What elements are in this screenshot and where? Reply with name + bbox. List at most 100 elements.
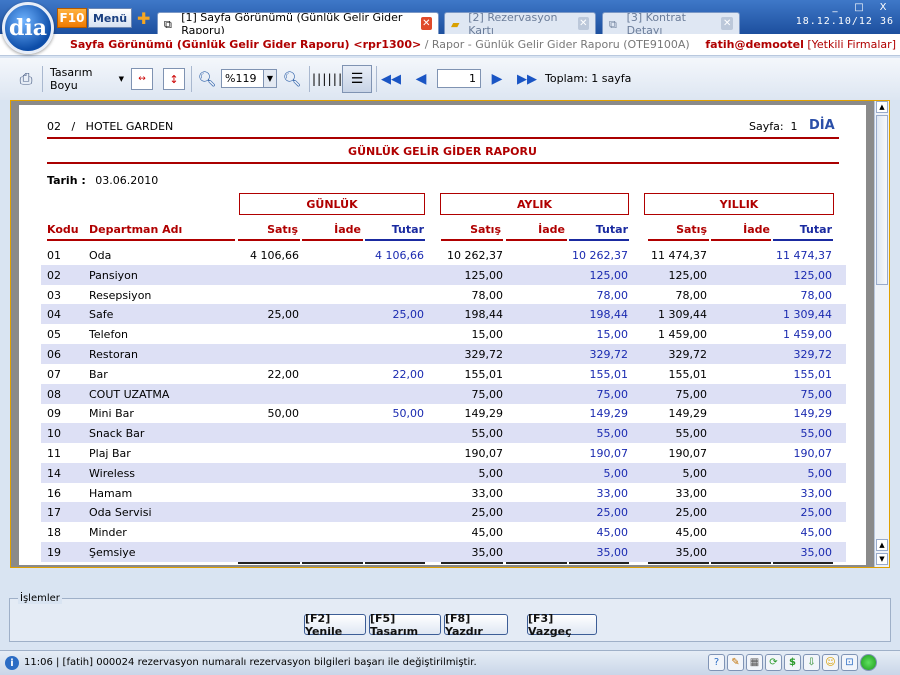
tab-reservation-card[interactable]: ▰ [2] Rezervasyon Kartı ✕ [444, 11, 596, 37]
table-row: 17 Oda Servisi 25,00 25,00 25,00 25,00 [41, 502, 846, 523]
report-title: GÜNLÜK GELİR GİDER RAPORU [348, 145, 537, 158]
print-button[interactable]: [F8] Yazdır [444, 612, 508, 638]
scroll-up-icon[interactable]: ▲ [876, 539, 888, 551]
table-row: 04 Safe 25,00 25,00 198,44 198,44 1 309,44 1 30… [41, 304, 846, 325]
dia-logo: dia [2, 2, 54, 54]
refresh-button[interactable]: [F2] Yenile [304, 612, 366, 638]
page-view-icon[interactable]: ☰ [342, 65, 372, 93]
cell-yearly-sales: 149,29 [668, 407, 708, 421]
first-page-icon[interactable]: ◀◀ [380, 68, 402, 90]
cell-yearly-sales: 33,00 [675, 486, 708, 500]
cell-monthly-sales: 75,00 [471, 387, 504, 401]
calculator-icon[interactable]: ▦ [746, 654, 763, 671]
download-icon[interactable]: ⇩ [803, 654, 820, 671]
tab-page-view[interactable]: ⧉ [1] Sayfa Görünümü (Günlük Gelir Gider… [157, 10, 439, 37]
cell-code: 19 [47, 546, 61, 559]
fit-height-icon[interactable]: ↕ [163, 68, 185, 90]
cell-monthly-sales: 5,00 [478, 466, 504, 480]
clock: 18.12.10/12 36 [795, 16, 894, 27]
page-number-input[interactable]: 1 [437, 69, 481, 88]
cell-code: 18 [47, 526, 61, 540]
plus-icon[interactable]: ✚ [137, 9, 150, 28]
cell-department: COUT UZATMA [89, 387, 170, 401]
cell-monthly-total: 45,00 [596, 526, 629, 540]
cell-monthly-sales: 125,00 [464, 268, 504, 282]
scroll-up-icon[interactable]: ▲ [876, 101, 888, 113]
authorized-companies-link[interactable]: [Yetkili Firmalar] [807, 38, 896, 51]
cell-yearly-sales: 1 309,44 [658, 308, 707, 322]
cell-code: 03 [47, 288, 61, 302]
cell-yearly-sales: 35,00 [675, 546, 708, 559]
close-window-button[interactable]: X [872, 1, 894, 13]
cell-code: 16 [47, 486, 61, 500]
cancel-button[interactable]: [F3] Vazgeç [527, 612, 597, 638]
help-icon[interactable]: ? [708, 654, 725, 671]
cell-code: 10 [47, 427, 61, 441]
zoom-out-icon[interactable]: 🔍︎ [196, 68, 218, 90]
cell-code: 01 [47, 249, 61, 262]
close-icon[interactable]: ✕ [721, 17, 733, 30]
zoom-select[interactable]: %119 ▼ [221, 69, 277, 88]
zoom-in-icon[interactable]: 🔍︎ [281, 68, 303, 90]
design-size-label: Tasarım Boyu [50, 66, 93, 92]
tab-contract-detail[interactable]: ⧉ [3] Kontrat Detayı ✕ [602, 10, 740, 37]
group-monthly: AYLIK [440, 193, 629, 215]
cell-monthly-sales: 10 262,37 [447, 249, 503, 262]
total-line [238, 562, 300, 564]
vertical-scrollbar[interactable]: ▲ ▲ ▼ [874, 101, 889, 567]
printer-icon[interactable]: ⎙ [14, 68, 38, 90]
design-size-dropdown[interactable]: Tasarım Boyu ▼ [50, 66, 124, 92]
status-message: 11:06 | [fatih] 000024 rezervasyon numar… [24, 657, 477, 668]
scroll-thumb[interactable] [876, 115, 888, 285]
minimize-button[interactable]: _ [824, 1, 846, 13]
last-page-icon[interactable]: ▶▶ [514, 68, 540, 90]
column-header-sales: Satış [676, 223, 707, 236]
column-header-total: Tutar [595, 223, 628, 236]
cell-yearly-sales: 125,00 [668, 268, 708, 282]
cell-monthly-sales: 33,00 [471, 486, 504, 500]
lock-icon[interactable]: ⊡ [841, 654, 858, 671]
cell-monthly-total: 55,00 [596, 427, 629, 441]
cell-code: 02 [47, 268, 61, 282]
cell-yearly-sales: 5,00 [682, 466, 708, 480]
cell-department: Bar [89, 367, 108, 381]
cell-department: Restoran [89, 348, 138, 361]
smiley-icon[interactable]: ☺ [822, 654, 839, 671]
column-header-sales: Satış [470, 223, 501, 236]
cell-monthly-total: 125,00 [589, 268, 629, 282]
cell-code: 07 [47, 367, 61, 381]
total-line [302, 562, 363, 564]
previous-page-icon[interactable]: ◀ [410, 68, 432, 90]
currency-icon[interactable]: $ [784, 654, 801, 671]
chevron-down-icon[interactable]: ▼ [263, 70, 276, 87]
fit-width-icon[interactable]: ↔ [131, 68, 153, 90]
breadcrumb: Sayfa Görünümü (Günlük Gelir Gider Rapor… [0, 34, 900, 56]
cell-code: 09 [47, 407, 61, 421]
cell-monthly-total: 15,00 [596, 328, 629, 342]
barcode-icon[interactable]: |||||| [310, 68, 343, 90]
total-line [441, 562, 503, 564]
report-icon: ⧉ [609, 17, 617, 31]
maximize-button[interactable]: □ [848, 1, 870, 13]
cell-code: 17 [47, 506, 61, 520]
cell-yearly-sales: 78,00 [675, 288, 708, 302]
close-icon[interactable]: ✕ [577, 17, 590, 30]
cell-monthly-sales: 155,01 [464, 367, 504, 381]
cell-yearly-total: 1 459,00 [783, 328, 832, 342]
tab-label: [1] Sayfa Görünümü (Günlük Gelir Gider R… [181, 10, 403, 37]
design-button[interactable]: [F5] Tasarım [369, 612, 441, 638]
next-page-icon[interactable]: ▶ [486, 68, 508, 90]
cell-department: Oda [89, 249, 112, 262]
column-header-total: Tutar [799, 223, 832, 236]
table-row: 02 Pansiyon 125,00 125,00 125,00 125,00 [41, 264, 846, 285]
close-icon[interactable]: ✕ [420, 17, 433, 30]
zoom-value: %119 [225, 72, 257, 85]
folder-icon: ▰ [451, 17, 460, 31]
sync-icon[interactable]: ⟳ [765, 654, 782, 671]
f10-button[interactable]: F10 [57, 8, 87, 28]
tab-label: [3] Kontrat Detayı [626, 10, 686, 37]
menu-button[interactable]: Menü [88, 8, 132, 28]
cell-yearly-total: 190,07 [793, 447, 833, 460]
tools-icon[interactable]: ✎ [727, 654, 744, 671]
scroll-down-icon[interactable]: ▼ [876, 553, 888, 565]
